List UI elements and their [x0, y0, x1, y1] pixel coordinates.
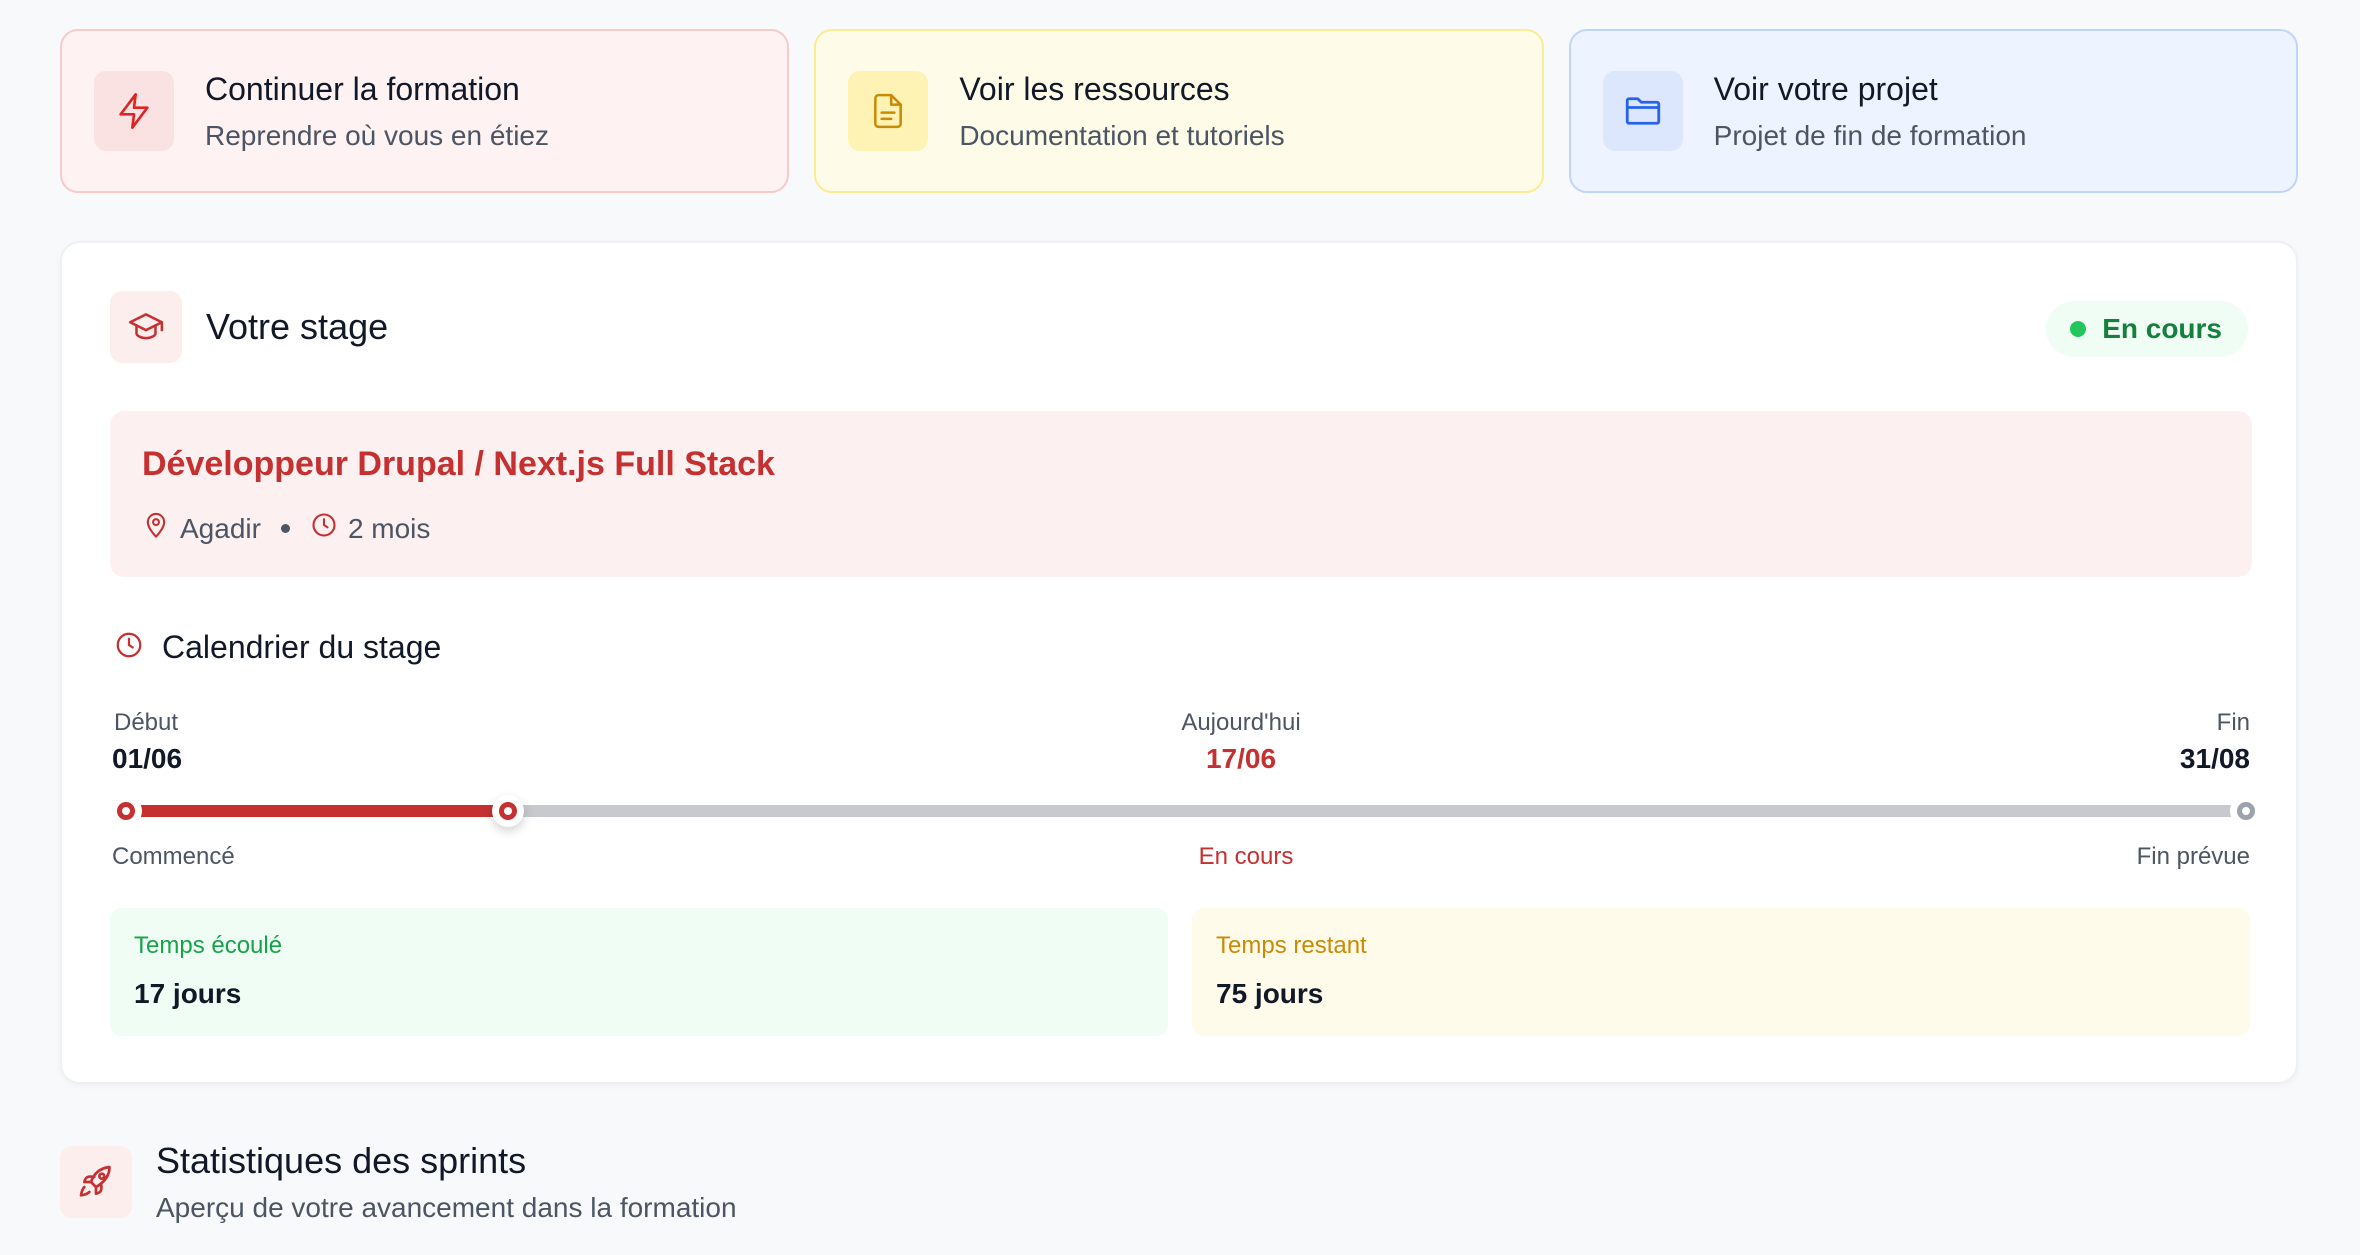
timeline-end-node	[2230, 795, 2262, 827]
status-badge: En cours	[2046, 301, 2248, 357]
quick-actions: Continuer la formation Reprendre où vous…	[60, 29, 2298, 193]
calendar-title: Calendrier du stage	[162, 629, 442, 665]
folder-icon	[1602, 71, 1683, 151]
timeline-progress	[126, 805, 508, 817]
sprints-title: Statistiques des sprints	[156, 1140, 527, 1181]
start-date: 01/06	[112, 743, 183, 774]
start-label: Début	[114, 709, 179, 736]
card-subtitle: Documentation et tutoriels	[959, 120, 1285, 151]
remaining-value: 75 jours	[1216, 978, 1324, 1009]
clock-icon	[114, 630, 144, 665]
elapsed-time-box: Temps écoulé 17 jours	[110, 908, 1168, 1036]
end-label: Fin	[2216, 709, 2250, 736]
start-status: Commencé	[112, 843, 235, 870]
timeline-track	[126, 805, 2246, 817]
job-duration: 2 mois	[347, 512, 431, 544]
separator-dot	[280, 524, 290, 533]
end-date: 31/08	[2179, 743, 2250, 774]
lightning-icon	[94, 71, 174, 151]
today-date: 17/06	[1205, 743, 1277, 774]
timeline-today-node	[491, 795, 524, 827]
timeline-start-node	[110, 795, 142, 827]
continue-training-card[interactable]: Continuer la formation Reprendre où vous…	[60, 29, 790, 193]
card-title: Voir les ressources	[959, 71, 1230, 107]
job-info: Développeur Drupal / Next.js Full Stack …	[110, 411, 2252, 577]
clock-icon	[310, 511, 348, 546]
elapsed-value: 17 jours	[134, 978, 242, 1009]
today-label: Aujourd'hui	[1181, 709, 1301, 736]
project-card[interactable]: Voir votre projet Projet de fin de forma…	[1568, 29, 2298, 193]
elapsed-label: Temps écoulé	[134, 932, 283, 959]
today-status: En cours	[1198, 843, 1294, 870]
status-dot	[2070, 321, 2087, 337]
document-icon	[848, 71, 929, 151]
stage-title: Votre stage	[206, 306, 389, 347]
status-text: En cours	[2102, 313, 2222, 344]
job-title: Développeur Drupal / Next.js Full Stack	[142, 445, 775, 483]
graduation-cap-icon	[110, 291, 182, 363]
resources-card[interactable]: Voir les ressources Documentation et tut…	[814, 29, 1544, 193]
map-pin-icon	[142, 511, 180, 546]
card-title: Voir votre projet	[1713, 71, 1938, 107]
card-title: Continuer la formation	[205, 71, 520, 107]
card-subtitle: Reprendre où vous en étiez	[205, 120, 549, 151]
card-subtitle: Projet de fin de formation	[1713, 120, 2027, 151]
remaining-time-box: Temps restant 75 jours	[1192, 908, 2250, 1036]
sprints-subtitle: Aperçu de votre avancement dans la forma…	[156, 1192, 737, 1223]
end-status: Fin prévue	[2136, 843, 2250, 870]
remaining-label: Temps restant	[1216, 932, 1367, 959]
job-location: Agadir	[180, 512, 261, 544]
internship-card: Votre stage En cours Développeur Drupal …	[60, 241, 2298, 1084]
dashboard-page: Continuer la formation Reprendre où vous…	[0, 0, 2360, 1255]
rocket-icon	[60, 1146, 132, 1218]
